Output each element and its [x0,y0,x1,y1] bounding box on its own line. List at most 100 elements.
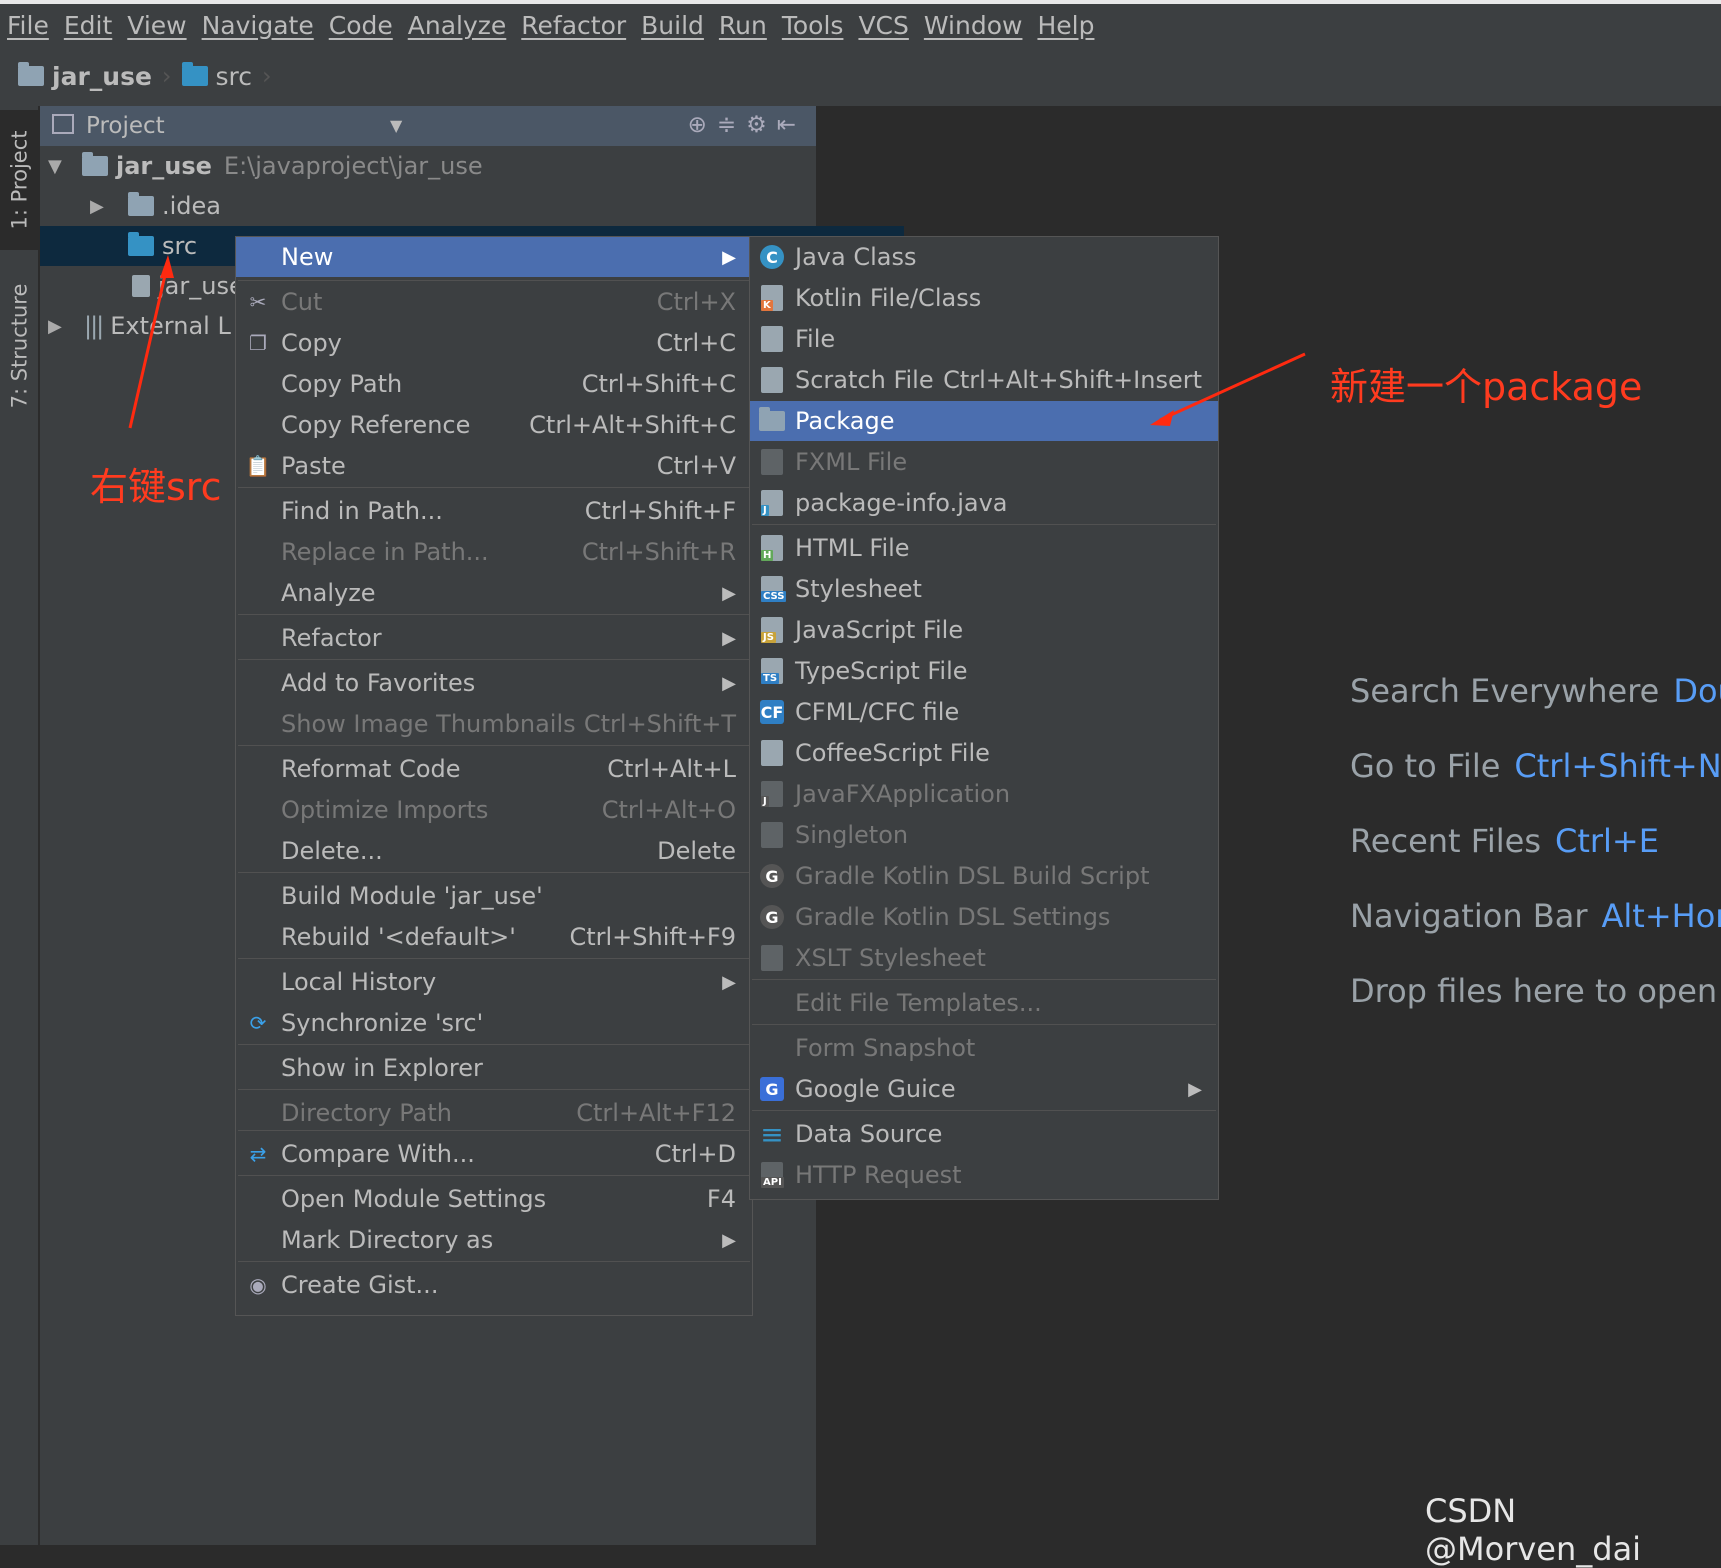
root-name: jar_use [116,152,212,180]
context-menu-item[interactable]: Build Module 'jar_use' [236,876,752,916]
context-menu-item[interactable]: ⇄ Compare With... Ctrl+D [236,1134,752,1174]
new-submenu-item-label: CFML/CFC file [795,698,960,726]
collapse-triangle-icon[interactable]: ▶ [90,196,110,217]
tab-project[interactable]: 1: Project [0,110,38,250]
context-menu-item[interactable]: 📋 Paste Ctrl+V [236,446,752,486]
menu-help[interactable]: Help [1037,11,1094,40]
context-menu-item[interactable]: Find in Path... Ctrl+Shift+F [236,491,752,531]
menu-refactor[interactable]: Refactor [521,11,626,40]
breadcrumb-separator-icon: › [262,62,272,90]
context-menu-item-label: Mark Directory as [281,1226,494,1254]
new-submenu-item-label: XSLT Stylesheet [795,944,986,972]
new-submenu-item[interactable]: H HTML File [750,528,1218,568]
menu-analyze[interactable]: Analyze [408,11,507,40]
new-submenu-item[interactable]: Jpackage-info.java [750,483,1218,523]
new-submenu-item[interactable]: CoffeeScript File [750,733,1218,773]
new-submenu-item[interactable]: K Kotlin File/Class [750,278,1218,318]
submenu-arrow-icon: ▶ [722,582,736,604]
menu-tools[interactable]: Tools [782,11,844,40]
context-menu-item-label: Reformat Code [281,755,461,783]
chevron-down-icon[interactable]: ▼ [390,116,402,135]
menu-vcs[interactable]: VCS [858,11,908,40]
menu-separator [752,524,1216,525]
tab-structure[interactable]: 7: Structure [0,276,38,416]
hint-key: Alt+Hon [1601,897,1721,935]
new-submenu-item[interactable]: JS JavaScript File [750,610,1218,650]
context-menu-item[interactable]: Show in Explorer [236,1048,752,1088]
folder-icon [128,192,154,216]
breadcrumb-src[interactable]: src › [181,62,278,91]
context-menu-item[interactable]: New ▶ [236,237,752,277]
menu-separator [752,1024,1216,1025]
context-menu-item-label: Local History [281,968,437,996]
context-menu-item[interactable]: Delete... Delete [236,831,752,871]
new-submenu-item[interactable]: FXML File [750,442,1218,482]
context-menu-item[interactable]: Optimize Imports Ctrl+Alt+O [236,790,752,830]
panel-toolbar-icons[interactable]: ⊕≑⚙⇤ [688,112,806,138]
new-submenu-item[interactable]: XSLT Stylesheet [750,938,1218,978]
context-menu-item[interactable]: ◉ Create Gist... [236,1265,752,1305]
breadcrumb-project[interactable]: jar_use › [18,62,178,91]
new-submenu-item[interactable]: TS TypeScript File [750,651,1218,691]
new-submenu-item[interactable]: ≡ Data Source [750,1114,1218,1154]
context-menu-item[interactable]: Copy Path Ctrl+Shift+C [236,364,752,404]
context-menu-item[interactable]: ✂ Cut Ctrl+X [236,282,752,322]
menu-edit[interactable]: Edit [64,11,112,40]
context-menu-item[interactable]: Rebuild '<default>' Ctrl+Shift+F9 [236,917,752,957]
new-submenu-item[interactable]: C Java Class [750,237,1218,277]
context-menu-item[interactable]: Open Module Settings F4 [236,1179,752,1219]
new-submenu-item[interactable]: Scratch File Ctrl+Alt+Shift+Insert [750,360,1218,400]
new-submenu-item[interactable]: G Gradle Kotlin DSL Settings [750,897,1218,937]
submenu-arrow-icon: ▶ [722,1229,736,1251]
xslt-file-icon [758,944,786,972]
context-menu-item[interactable]: Replace in Path... Ctrl+Shift+R [236,532,752,572]
new-submenu-item[interactable]: Singleton [750,815,1218,855]
new-submenu-item[interactable]: G Gradle Kotlin DSL Build Script [750,856,1218,896]
context-menu-item-label: Rebuild '<default>' [281,923,516,951]
context-menu-item[interactable]: Local History ▶ [236,962,752,1002]
context-menu-item[interactable]: Show Image Thumbnails Ctrl+Shift+T [236,704,752,744]
context-menu-item[interactable]: ⟳ Synchronize 'src' [236,1003,752,1043]
new-submenu-item[interactable]: J JavaFXApplication [750,774,1218,814]
new-submenu-item[interactable]: File [750,319,1218,359]
new-submenu-item-label: CoffeeScript File [795,739,990,767]
context-menu-item[interactable]: Add to Favorites ▶ [236,663,752,703]
menu-run[interactable]: Run [719,11,767,40]
menu-separator [238,958,750,959]
context-menu-item[interactable]: Directory Path Ctrl+Alt+F12 [236,1093,752,1133]
menu-code[interactable]: Code [329,11,393,40]
new-submenu-item[interactable]: G Google Guice ▶ [750,1069,1218,1109]
context-menu-item[interactable]: ❐ Copy Ctrl+C [236,323,752,363]
menu-file[interactable]: File [7,11,49,40]
new-submenu-item[interactable]: CF CFML/CFC file [750,692,1218,732]
context-menu-shortcut: Ctrl+Alt+F12 [576,1099,736,1127]
context-menu-item[interactable]: Mark Directory as ▶ [236,1220,752,1260]
annotation-new-package: 新建一个package [1330,365,1643,409]
menu-build[interactable]: Build [641,11,704,40]
context-menu-shortcut: Ctrl+Shift+R [581,538,736,566]
project-view-selector[interactable]: Project [86,113,165,139]
context-menu-item[interactable]: Refactor ▶ [236,618,752,658]
collapse-triangle-icon[interactable]: ▶ [48,316,68,337]
new-submenu-item[interactable]: Package [750,401,1218,441]
context-menu-shortcut: Ctrl+Shift+F9 [569,923,736,951]
java-class-icon: C [758,243,786,271]
gradle-icon: G [758,862,786,890]
menu-window[interactable]: Window [924,11,1023,40]
context-menu-shortcut: Ctrl+Shift+T [583,710,736,738]
menu-view[interactable]: View [127,11,186,40]
new-submenu-item[interactable]: CSS Stylesheet [750,569,1218,609]
expand-triangle-icon[interactable]: ▼ [48,156,68,177]
context-menu-item[interactable]: Reformat Code Ctrl+Alt+L [236,749,752,789]
context-menu-item[interactable]: Copy Reference Ctrl+Alt+Shift+C [236,405,752,445]
menu-separator [238,1261,750,1262]
context-menu-item-label: Directory Path [281,1099,452,1127]
new-submenu-item[interactable]: Edit File Templates... [750,983,1218,1023]
new-submenu-item[interactable]: Form Snapshot [750,1028,1218,1068]
new-submenu-item[interactable]: API HTTP Request [750,1155,1218,1195]
tree-root[interactable]: ▼ jar_use E:\javaproject\jar_use [40,146,824,186]
gradle-settings-icon: G [758,903,786,931]
menu-navigate[interactable]: Navigate [202,11,314,40]
context-menu-item[interactable]: Analyze ▶ [236,573,752,613]
tree-item-idea[interactable]: ▶ .idea [40,186,866,226]
